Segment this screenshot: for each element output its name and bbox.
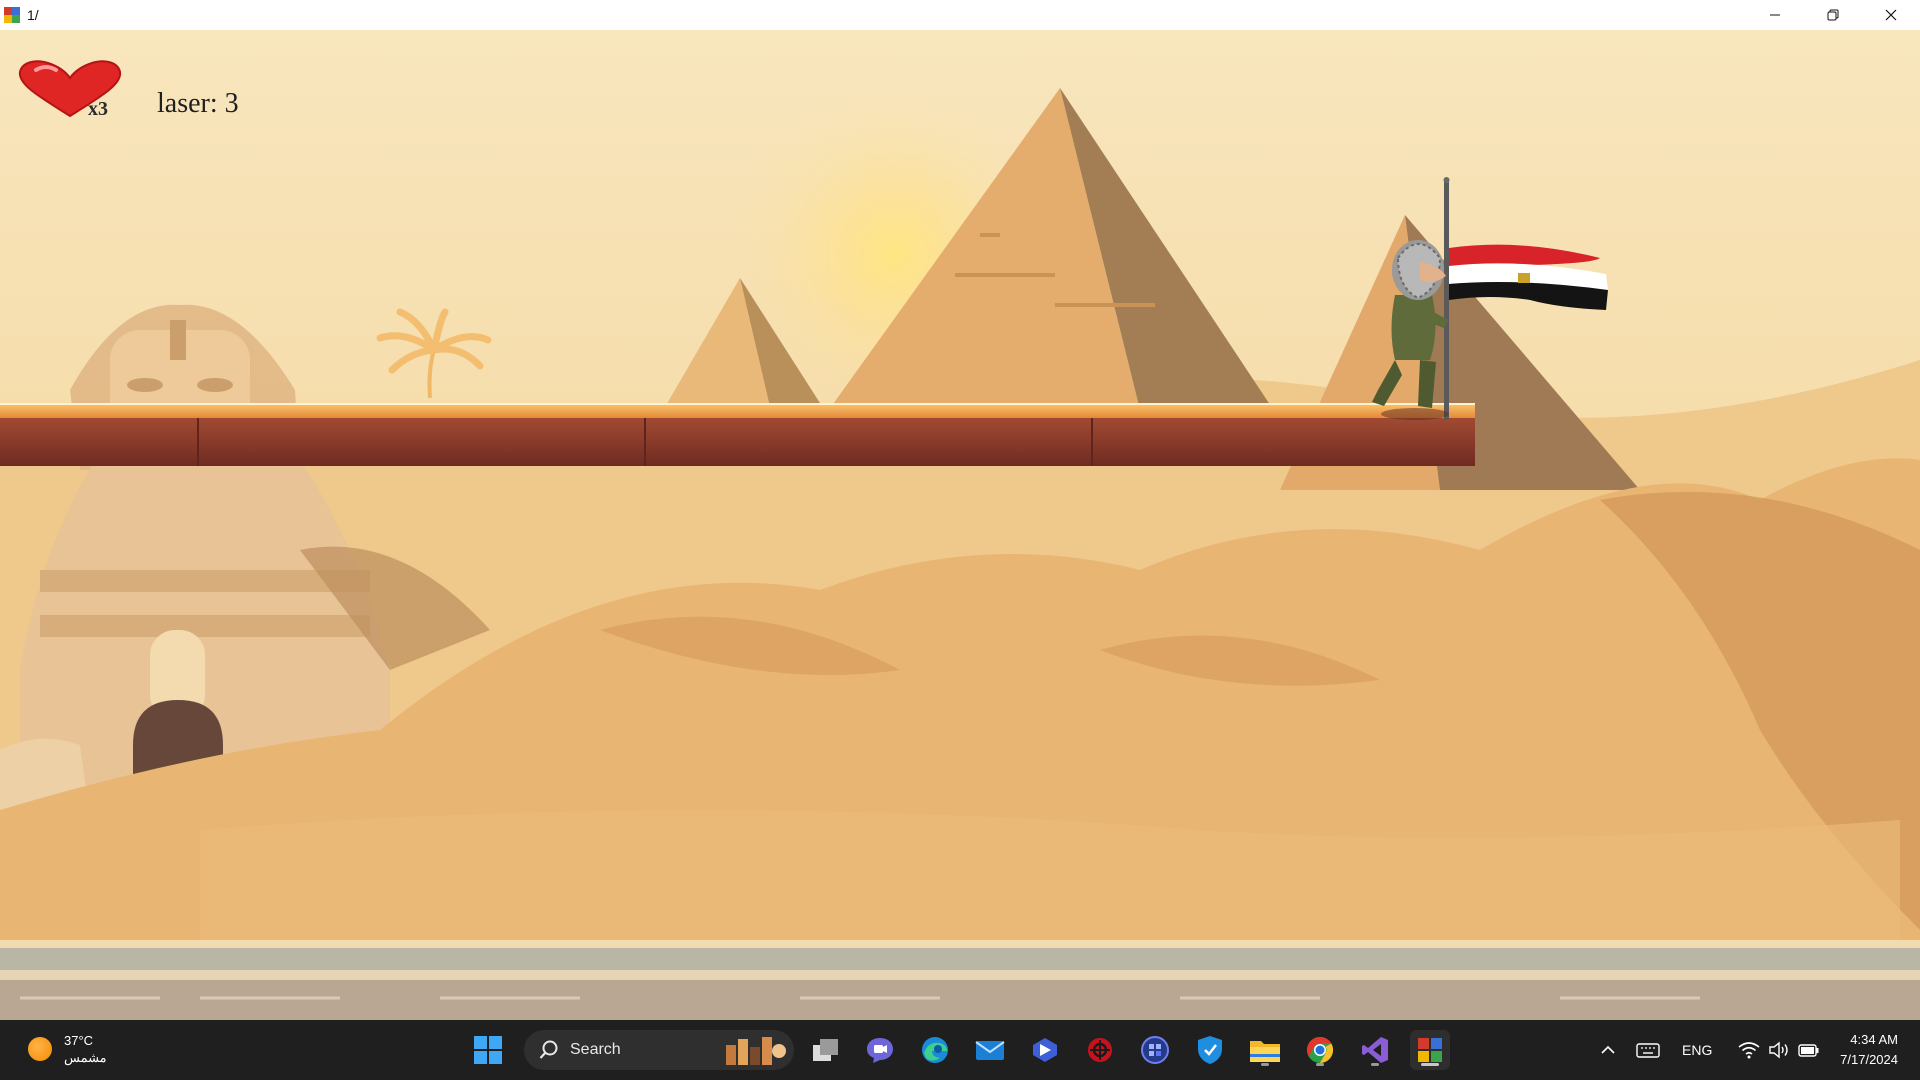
desert-scene: [0, 30, 1920, 1020]
keyboard-icon[interactable]: [1636, 1040, 1660, 1060]
chevron-up-icon[interactable]: [1598, 1040, 1618, 1060]
copilot-button[interactable]: [1025, 1030, 1065, 1070]
active-indicator: [1421, 1063, 1439, 1066]
volume-icon[interactable]: [1768, 1040, 1790, 1060]
security-app-button[interactable]: [1080, 1030, 1120, 1070]
copilot-icon: [1033, 1038, 1057, 1062]
search-icon: [539, 1040, 558, 1059]
window-controls: [1746, 0, 1920, 30]
file-explorer-icon: [1250, 1041, 1280, 1062]
defender-button[interactable]: [1190, 1030, 1230, 1070]
lives-count: x3: [88, 98, 108, 120]
weather-temp: 37°C: [64, 1033, 94, 1048]
widgets-icon: [1141, 1036, 1169, 1064]
visual-studio-button[interactable]: [1355, 1030, 1395, 1070]
running-indicator: [1316, 1063, 1324, 1066]
security-icon: [1088, 1038, 1112, 1062]
chrome-button[interactable]: [1300, 1030, 1340, 1070]
game-canvas[interactable]: x3 laser: 3: [0, 30, 1920, 1020]
running-indicator: [1261, 1063, 1269, 1066]
search-highlight-icon: [726, 1037, 786, 1065]
road: [0, 980, 1920, 1020]
teams-button[interactable]: [860, 1030, 900, 1070]
task-view-button[interactable]: [806, 1030, 846, 1070]
platform: [0, 403, 1475, 466]
teams-icon: [867, 1038, 893, 1063]
mail-icon: [975, 1041, 1005, 1060]
search-label: Search: [570, 1041, 621, 1058]
flag-eagle-emblem: [1518, 273, 1530, 283]
system-tray: ENG: [1598, 1020, 1820, 1080]
file-explorer-button[interactable]: [1245, 1030, 1285, 1070]
task-view-icon: [813, 1039, 838, 1061]
wifi-icon[interactable]: [1738, 1040, 1760, 1060]
game-app-button[interactable]: [1410, 1030, 1450, 1070]
laser-counter: laser: 3: [157, 88, 239, 119]
chrome-icon: [1306, 1036, 1334, 1064]
start-icon: [474, 1036, 502, 1064]
app-icon: [4, 7, 20, 23]
battery-icon[interactable]: [1798, 1040, 1820, 1060]
window-title: 1/: [27, 7, 39, 23]
clock-date: 7/17/2024: [1840, 1052, 1898, 1067]
taskbar-search[interactable]: Search: [524, 1030, 794, 1070]
start-button[interactable]: [468, 1030, 508, 1070]
edge-button[interactable]: [915, 1030, 955, 1070]
clock-time: 4:34 AM: [1850, 1032, 1898, 1047]
minimize-button[interactable]: [1746, 0, 1804, 30]
restore-button[interactable]: [1804, 0, 1862, 30]
defender-icon: [1198, 1036, 1222, 1064]
minimize-icon: [1770, 14, 1780, 16]
restore-icon: [1827, 9, 1839, 21]
game-app-icon: [1418, 1038, 1442, 1062]
widgets-button[interactable]: [1135, 1030, 1175, 1070]
edge-icon: [922, 1037, 948, 1063]
road-edge: [0, 940, 1920, 948]
mail-button[interactable]: [970, 1030, 1010, 1070]
weather-condition: مشمس: [64, 1050, 107, 1065]
visual-studio-icon: [1362, 1037, 1388, 1063]
running-indicator: [1371, 1063, 1379, 1066]
taskbar: 37°C مشمس Search ENG 4:34 AM 7/17/2024: [0, 1020, 1920, 1080]
close-icon: [1885, 9, 1897, 21]
sun-icon: [28, 1037, 52, 1061]
weather-widget[interactable]: 37°C مشمس: [28, 1032, 107, 1066]
road-rail: [0, 948, 1920, 970]
clock[interactable]: 4:34 AM 7/17/2024: [1840, 1030, 1898, 1070]
close-button[interactable]: [1862, 0, 1920, 30]
window-titlebar: 1/: [0, 0, 1920, 30]
language-indicator[interactable]: ENG: [1682, 1042, 1712, 1058]
